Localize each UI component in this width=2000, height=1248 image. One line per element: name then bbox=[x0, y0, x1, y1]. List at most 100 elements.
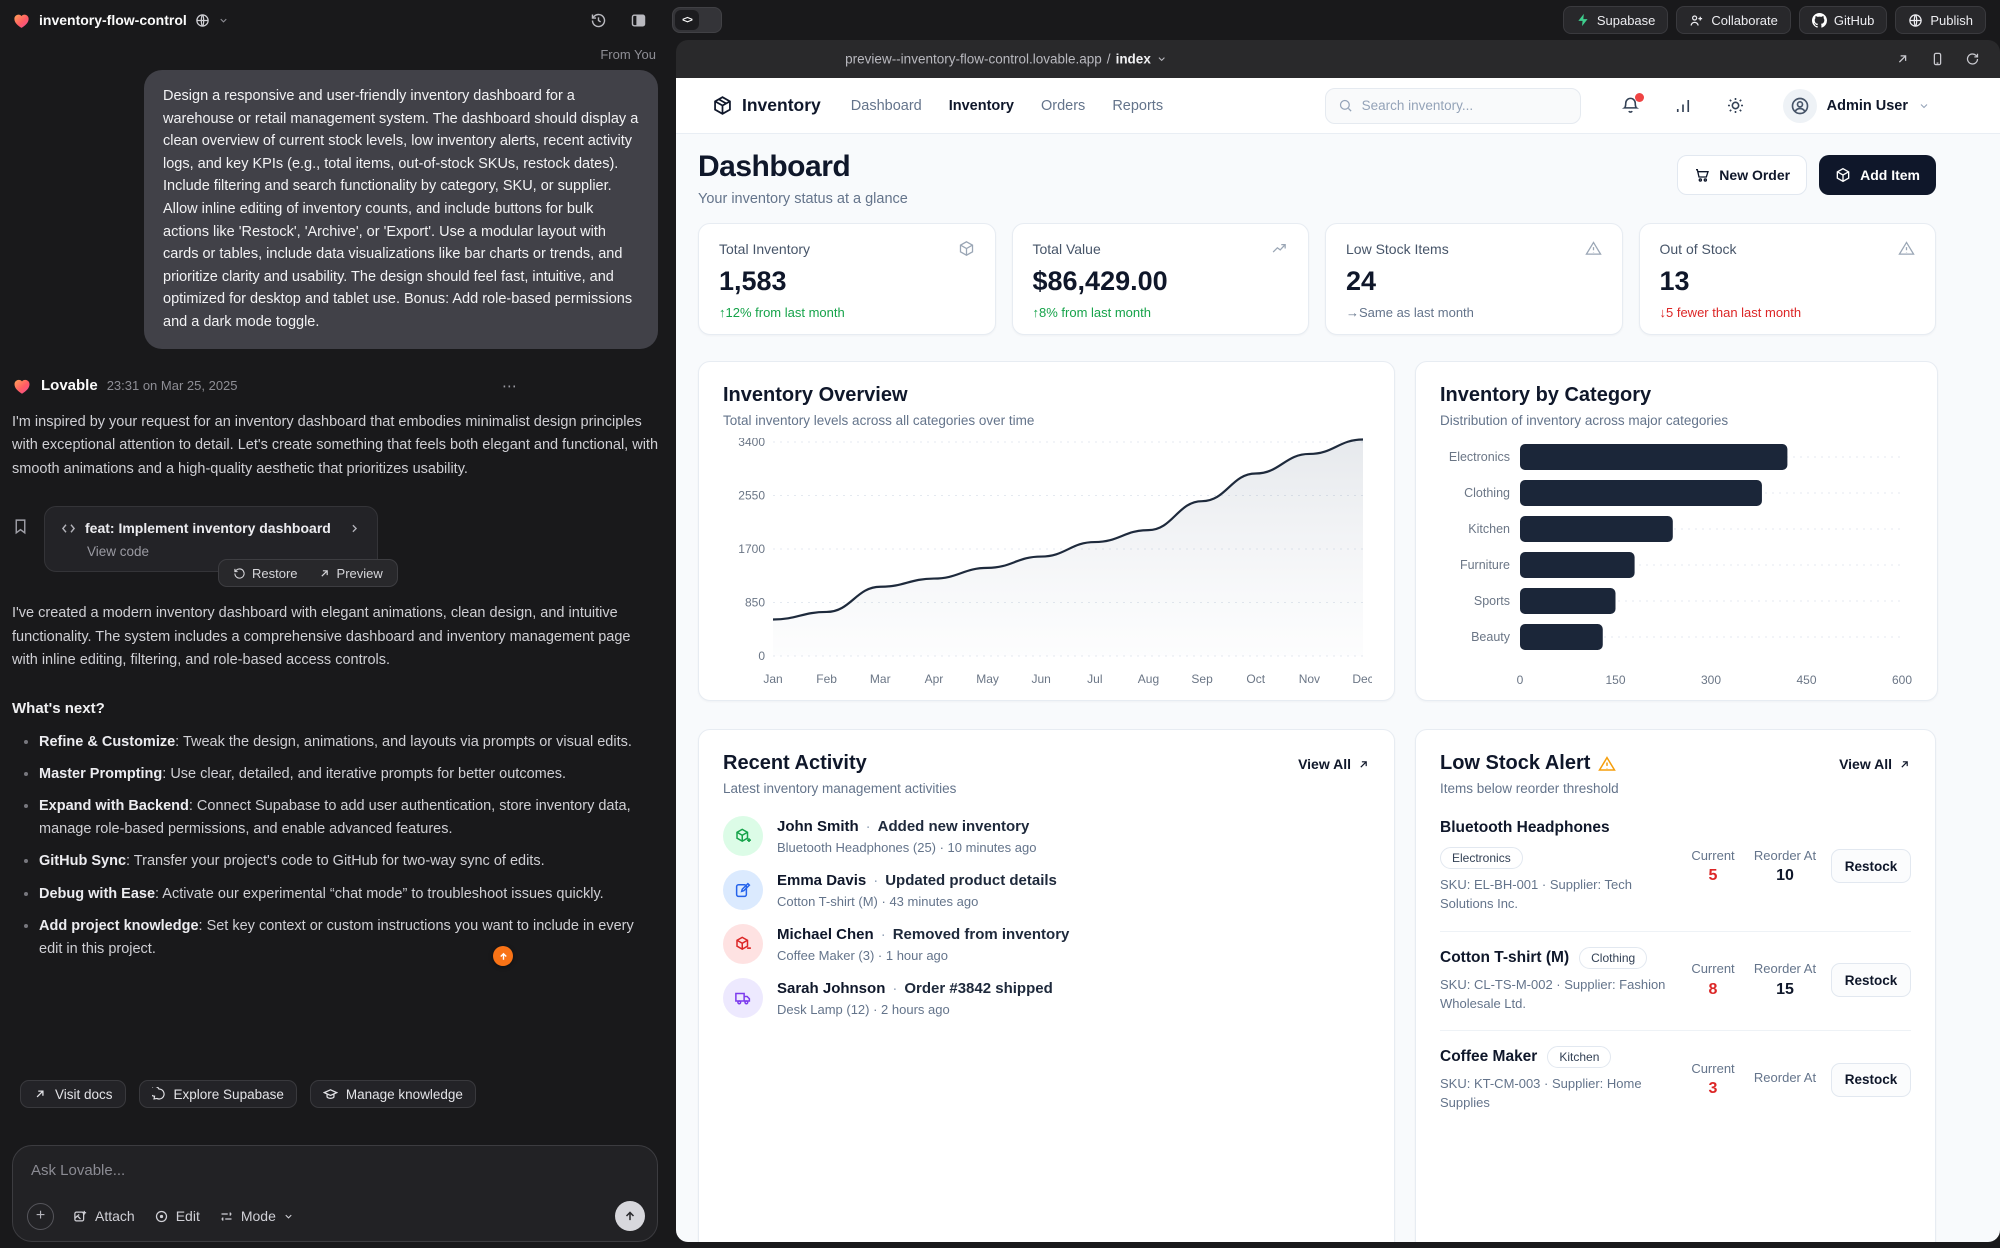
package-icon bbox=[958, 240, 975, 257]
restock-button[interactable]: Restock bbox=[1831, 849, 1911, 883]
svg-text:Jul: Jul bbox=[1087, 672, 1102, 686]
nav-link[interactable]: Dashboard bbox=[851, 98, 922, 114]
chat-messages[interactable]: From You Design a responsive and user-fr… bbox=[12, 40, 658, 1080]
view-all-link[interactable]: View All bbox=[1839, 752, 1911, 772]
app-navbar: Inventory Dashboard Inventory Orders Report… bbox=[676, 78, 2000, 134]
svg-text:Sep: Sep bbox=[1191, 672, 1213, 686]
inventory-category-card: Inventory by Category Distribution of in… bbox=[1415, 361, 1938, 701]
edit-button[interactable]: Edit bbox=[154, 1208, 200, 1224]
preview-button[interactable]: Preview bbox=[308, 566, 393, 581]
list-item: Master Prompting: Use clear, detailed, a… bbox=[39, 763, 658, 786]
svg-text:Jan: Jan bbox=[763, 672, 782, 686]
nav-link[interactable]: Reports bbox=[1112, 98, 1163, 114]
view-code-link[interactable]: View code bbox=[87, 544, 361, 559]
project-name: inventory-flow-control bbox=[39, 12, 187, 28]
svg-text:300: 300 bbox=[1701, 673, 1721, 687]
mobile-view-icon[interactable] bbox=[1930, 52, 1945, 67]
low-stock-row: Coffee Maker Kitchen SKU: KT-CM-003 · Su… bbox=[1440, 1031, 1911, 1130]
svg-text:2550: 2550 bbox=[738, 489, 765, 503]
chart-subtitle: Total inventory levels across all catego… bbox=[723, 413, 1370, 428]
history-icon[interactable] bbox=[590, 12, 607, 29]
svg-text:850: 850 bbox=[745, 596, 765, 610]
supabase-button[interactable]: Supabase bbox=[1563, 6, 1669, 34]
search-input[interactable]: Search inventory... bbox=[1325, 88, 1581, 124]
kpi-delta: →Same as last month bbox=[1346, 305, 1602, 320]
quick-action-button[interactable]: Visit docs bbox=[20, 1080, 126, 1108]
message-menu-button[interactable]: ⋯ bbox=[502, 377, 518, 395]
quick-action-button[interactable]: Explore Supabase bbox=[139, 1080, 297, 1108]
top-bar: inventory-flow-control <> Supabase Colla… bbox=[0, 0, 2000, 40]
assistant-header: Lovable 23:31 on Mar 25, 2025 ⋯ bbox=[12, 376, 658, 396]
trending-up-icon bbox=[1271, 240, 1288, 257]
chevron-down-icon bbox=[1156, 54, 1167, 65]
open-external-icon[interactable] bbox=[1895, 52, 1910, 67]
whats-next-list: Refine & Customize: Tweak the design, an… bbox=[12, 731, 658, 962]
alert-triangle-icon bbox=[1598, 755, 1616, 773]
alert-triangle-icon bbox=[1585, 240, 1602, 257]
activity-item[interactable]: Emma Davis·Updated product details Cotto… bbox=[723, 870, 1370, 910]
notifications-button[interactable] bbox=[1621, 96, 1640, 115]
image-icon bbox=[73, 1209, 88, 1224]
recent-activity-card: Recent Activity Latest inventory managem… bbox=[698, 729, 1395, 1242]
analytics-button[interactable] bbox=[1674, 97, 1692, 115]
category-badge: Electronics bbox=[1440, 847, 1523, 869]
new-order-button[interactable]: New Order bbox=[1677, 155, 1807, 195]
chevron-down-icon bbox=[1918, 100, 1930, 112]
item-sku: SKU: CL-TS-M-002 · Supplier: Fashion Who… bbox=[1440, 976, 1673, 1014]
activity-item[interactable]: Sarah Johnson·Order #3842 shipped Desk L… bbox=[723, 978, 1370, 1018]
nav-link[interactable]: Inventory bbox=[949, 98, 1014, 114]
bookmark-icon[interactable] bbox=[12, 518, 29, 535]
svg-text:May: May bbox=[976, 672, 999, 686]
add-item-button[interactable]: Add Item bbox=[1819, 155, 1936, 195]
preview-url[interactable]: preview--inventory-flow-control.lovable.… bbox=[845, 52, 1167, 67]
app-brand[interactable]: Inventory bbox=[712, 95, 821, 116]
line-chart: 0850170025503400JanFebMarAprMayJunJulAug… bbox=[723, 438, 1370, 690]
search-icon bbox=[1338, 98, 1353, 113]
project-menu[interactable]: inventory-flow-control bbox=[12, 0, 229, 40]
collaborate-button[interactable]: Collaborate bbox=[1676, 6, 1791, 34]
add-attachment-button[interactable]: + bbox=[27, 1203, 54, 1230]
github-button[interactable]: GitHub bbox=[1799, 6, 1887, 34]
kpi-card: Total Inventory 1,583 ↑12% from last mon… bbox=[698, 223, 996, 335]
item-name: Coffee Maker bbox=[1440, 1048, 1537, 1066]
view-all-link[interactable]: View All bbox=[1298, 752, 1370, 772]
assistant-intro: I'm inspired by your request for an inve… bbox=[12, 411, 658, 481]
url-page: index bbox=[1116, 52, 1151, 67]
nav-links: Dashboard Inventory Orders Reports bbox=[851, 98, 1163, 114]
activity-item[interactable]: Michael Chen·Removed from inventory Coff… bbox=[723, 924, 1370, 964]
chevron-down-icon bbox=[218, 15, 229, 26]
reorder-at: 10 bbox=[1753, 867, 1817, 885]
kpi-card: Out of Stock 13 ↓5 fewer than last month bbox=[1639, 223, 1937, 335]
kpi-delta: ↓5 fewer than last month bbox=[1660, 305, 1916, 320]
preview-panel: preview--inventory-flow-control.lovable.… bbox=[676, 40, 2000, 1242]
list-item: Add project knowledge: Set key context o… bbox=[39, 915, 658, 961]
restock-button[interactable]: Restock bbox=[1831, 1063, 1911, 1097]
send-button[interactable] bbox=[615, 1201, 645, 1231]
panel-layout-icon[interactable] bbox=[630, 12, 647, 29]
truck-icon bbox=[723, 978, 763, 1018]
restock-button[interactable]: Restock bbox=[1831, 963, 1911, 997]
quick-actions: Visit docs Explore Supabase Manage knowl… bbox=[20, 1080, 658, 1108]
kpi-delta: ↑8% from last month bbox=[1033, 305, 1289, 320]
nav-link[interactable]: Orders bbox=[1041, 98, 1085, 114]
activity-item[interactable]: John Smith·Added new inventory Bluetooth… bbox=[723, 816, 1370, 856]
user-menu[interactable]: Admin User bbox=[1783, 89, 1930, 123]
svg-text:600: 600 bbox=[1892, 673, 1912, 687]
publish-button[interactable]: Publish bbox=[1895, 6, 1986, 34]
item-name: Cotton T-shirt (M) bbox=[1440, 949, 1569, 967]
list-item: Expand with Backend: Connect Supabase to… bbox=[39, 795, 658, 841]
chat-input[interactable]: Ask Lovable... + Attach Edit Mode bbox=[12, 1145, 658, 1242]
mode-selector[interactable]: Mode bbox=[219, 1208, 294, 1224]
quick-action-button[interactable]: Manage knowledge bbox=[310, 1080, 476, 1108]
restore-button[interactable]: Restore bbox=[223, 566, 308, 581]
refresh-icon[interactable] bbox=[1965, 52, 1980, 67]
dark-mode-toggle[interactable] bbox=[1726, 96, 1745, 115]
page-title: Dashboard bbox=[698, 150, 908, 184]
github-icon bbox=[1812, 13, 1827, 28]
scroll-to-top-button[interactable] bbox=[493, 946, 513, 966]
attach-button[interactable]: Attach bbox=[73, 1208, 135, 1224]
list-item: Debug with Ease: Activate our experiment… bbox=[39, 883, 658, 906]
current-stock: 8 bbox=[1681, 981, 1745, 999]
code-view-toggle[interactable]: <> bbox=[672, 7, 722, 33]
dashboard-app: Inventory Dashboard Inventory Orders Report… bbox=[676, 78, 2000, 1242]
